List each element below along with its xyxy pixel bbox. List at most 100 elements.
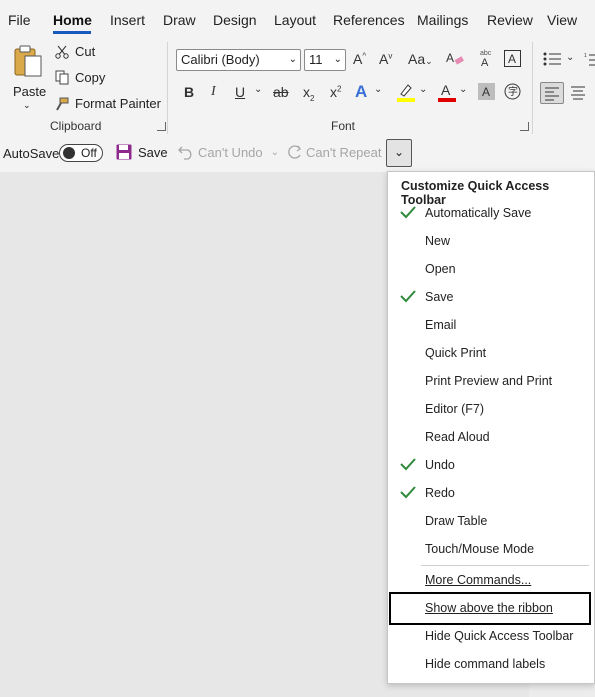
tab-references[interactable]: References [333, 12, 405, 28]
grow-font-icon[interactable]: A^ [353, 51, 366, 67]
menu-item-label: Show above the ribbon [425, 601, 553, 615]
qat-undo-button[interactable]: Can't Undo ⌄ [178, 144, 279, 160]
menu-item-label: Touch/Mouse Mode [425, 542, 535, 556]
autosave-label: AutoSave [3, 146, 60, 161]
underline-icon[interactable]: U [235, 84, 245, 100]
chevron-down-icon[interactable]: ⌄ [566, 52, 574, 63]
chevron-down-icon[interactable]: ⌄ [459, 84, 467, 95]
change-case-icon[interactable]: Aa⌄ [408, 51, 433, 67]
svg-text:1: 1 [584, 53, 587, 59]
tab-layout[interactable]: Layout [274, 12, 316, 28]
menu-item-label: New [425, 234, 451, 248]
menu-item-label: Hide command labels [425, 657, 546, 671]
format-painter-label: Format Painter [75, 96, 161, 111]
group-divider [167, 42, 168, 134]
menu-item-label: Open [425, 262, 456, 276]
tab-home[interactable]: Home [53, 12, 92, 28]
bold-icon[interactable]: B [184, 84, 194, 100]
align-left-icon[interactable] [540, 82, 564, 104]
menu-item-label: Print Preview and Print [425, 374, 553, 388]
tab-mailings[interactable]: Mailings [417, 12, 468, 28]
tab-insert[interactable]: Insert [110, 12, 145, 28]
font-dialog-launcher-icon[interactable] [520, 122, 529, 131]
menu-item-hide-qat[interactable]: Hide Quick Access Toolbar [388, 623, 594, 651]
menu-item-quick-print[interactable]: Quick Print [388, 340, 594, 368]
chevron-down-icon[interactable]: ⌄ [254, 84, 262, 95]
clipboard-dialog-launcher-icon[interactable] [157, 122, 166, 131]
tab-file[interactable]: File [8, 12, 31, 28]
menu-item-save[interactable]: Save [388, 284, 594, 312]
phonetic-guide-icon[interactable]: abc A [478, 48, 496, 71]
svg-text:A: A [481, 57, 489, 68]
menu-separator [421, 565, 589, 566]
menu-item-read-aloud[interactable]: Read Aloud [388, 424, 594, 452]
clipboard-group-label: Clipboard [50, 119, 102, 133]
menu-item-hide-command-labels[interactable]: Hide command labels [388, 651, 594, 679]
font-name-value: Calibri (Body) [181, 52, 260, 67]
tab-draw[interactable]: Draw [163, 12, 196, 28]
menu-item-label: Quick Print [425, 346, 487, 360]
character-border-icon[interactable]: A [504, 50, 521, 70]
strikethrough-icon[interactable]: ab [273, 84, 289, 100]
text-effects-icon[interactable]: A [355, 82, 367, 102]
tab-view[interactable]: View [547, 12, 577, 28]
clear-formatting-icon[interactable]: A [446, 50, 464, 69]
cut-button[interactable]: Cut [55, 44, 95, 59]
group-divider [532, 42, 533, 134]
svg-text:A: A [441, 82, 451, 98]
menu-item-email[interactable]: Email [388, 312, 594, 340]
menu-item-open[interactable]: Open [388, 256, 594, 284]
align-center-icon[interactable] [570, 83, 586, 104]
font-color-icon[interactable]: A [438, 82, 456, 105]
customize-qat-button[interactable]: ⌄ [386, 139, 412, 167]
checkmark-icon [400, 485, 416, 502]
menu-item-editor[interactable]: Editor (F7) [388, 396, 594, 424]
chevron-down-icon: ⌄ [270, 146, 280, 158]
menu-item-label: Undo [425, 458, 455, 472]
highlighter-icon[interactable] [397, 82, 415, 105]
chevron-down-icon[interactable]: ⌄ [374, 84, 382, 95]
menu-item-automatically-save[interactable]: Automatically Save [388, 200, 594, 228]
numbering-icon[interactable]: 1 [584, 52, 595, 69]
menu-item-draw-table[interactable]: Draw Table [388, 508, 594, 536]
bullets-icon[interactable] [543, 52, 561, 69]
format-painter-button[interactable]: Format Painter [55, 96, 161, 111]
clipboard-paste-icon [13, 44, 43, 78]
menu-item-label: Email [425, 318, 457, 332]
menu-item-label: Read Aloud [425, 430, 490, 444]
tab-design[interactable]: Design [213, 12, 257, 28]
autosave-toggle[interactable]: Off [59, 144, 103, 162]
menu-item-show-above-ribbon[interactable]: Show above the ribbon [388, 595, 594, 623]
menu-item-new[interactable]: New [388, 228, 594, 256]
shrink-font-icon[interactable]: Av [379, 51, 392, 67]
tab-review[interactable]: Review [487, 12, 533, 28]
menu-item-label: More Commands... [425, 573, 532, 587]
font-size-select[interactable]: 11 ⌄ [304, 49, 346, 71]
checkmark-icon [400, 205, 416, 222]
character-shading-icon[interactable]: A [478, 83, 495, 103]
svg-text:abc: abc [480, 50, 492, 57]
ribbon: Paste ⌄ Cut Copy Format Painter Clipboar… [0, 38, 595, 135]
subscript-icon[interactable]: x2 [303, 84, 314, 103]
paste-button[interactable]: Paste ⌄ [8, 42, 48, 112]
chevron-down-icon[interactable]: ⌄ [419, 84, 427, 95]
menu-item-label: Editor (F7) [425, 402, 485, 416]
font-name-select[interactable]: Calibri (Body) ⌄ [176, 49, 301, 71]
menu-item-touch-mouse-mode[interactable]: Touch/Mouse Mode [388, 536, 594, 564]
menu-item-label: Hide Quick Access Toolbar [425, 629, 574, 643]
scissors-icon [55, 45, 69, 59]
menu-item-more-commands[interactable]: More Commands... [388, 567, 594, 595]
italic-icon[interactable]: I [211, 84, 216, 100]
qat-save-button[interactable]: Save [116, 144, 168, 160]
qat-repeat-button[interactable]: Can't Repeat [286, 144, 381, 160]
menu-item-undo[interactable]: Undo [388, 452, 594, 480]
menu-item-redo[interactable]: Redo [388, 480, 594, 508]
copy-button[interactable]: Copy [55, 70, 105, 85]
enclose-characters-icon[interactable]: 字 [504, 83, 521, 103]
checkmark-icon [400, 457, 416, 474]
menu-item-label: Save [425, 290, 454, 304]
cut-label: Cut [75, 44, 96, 59]
superscript-icon[interactable]: x2 [330, 84, 341, 100]
menu-item-print-preview[interactable]: Print Preview and Print [388, 368, 594, 396]
qat-save-label: Save [138, 144, 168, 160]
